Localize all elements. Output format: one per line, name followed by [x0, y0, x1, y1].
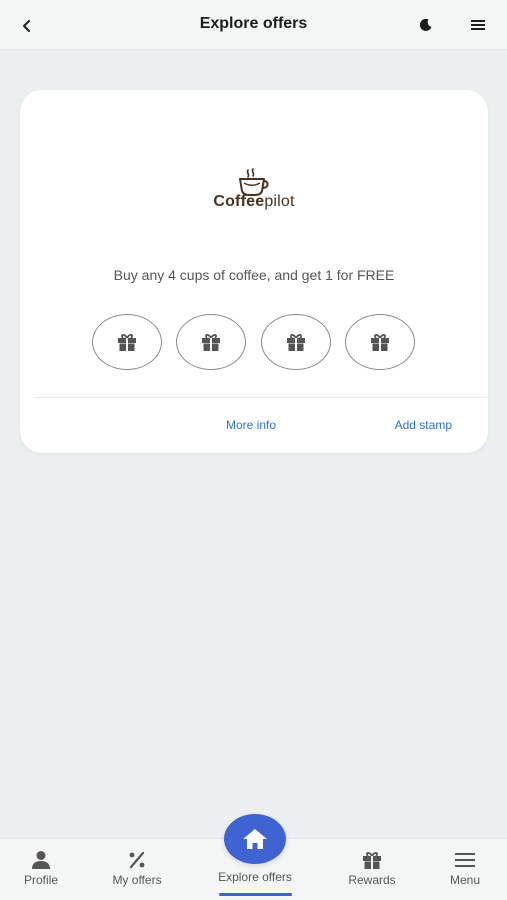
- stamp-slot: [261, 314, 331, 370]
- brand-name: Coffeepilot: [213, 193, 295, 210]
- active-tab-indicator: [219, 893, 292, 896]
- gift-icon: [202, 334, 220, 351]
- stamp-slot: [92, 314, 162, 370]
- gift-icon: [118, 334, 136, 351]
- hamburger-icon: [471, 20, 485, 30]
- top-bar: Explore offers: [0, 0, 507, 50]
- hamburger-icon: [455, 853, 475, 867]
- stamp-slot: [176, 314, 246, 370]
- tab-label: Menu: [449, 873, 481, 887]
- tab-menu[interactable]: Menu: [415, 839, 507, 900]
- tab-label: Rewards: [348, 873, 396, 887]
- menu-button[interactable]: [467, 14, 489, 36]
- person-icon: [32, 851, 50, 869]
- theme-toggle-button[interactable]: [415, 14, 437, 36]
- gift-icon: [363, 852, 381, 869]
- tab-profile[interactable]: Profile: [0, 839, 91, 900]
- tab-label-explore-offers: Explore offers: [218, 870, 292, 884]
- add-stamp-link[interactable]: Add stamp: [395, 418, 452, 432]
- offer-description: Buy any 4 cups of coffee, and get 1 for …: [113, 267, 395, 283]
- stamp-slot: [345, 314, 415, 370]
- tab-label: Profile: [23, 873, 58, 887]
- stamp-row: [92, 314, 416, 370]
- percent-icon: [129, 851, 145, 869]
- tab-label: My offers: [112, 873, 162, 887]
- card-divider: [34, 397, 488, 398]
- gift-icon: [287, 334, 305, 351]
- tab-my-offers[interactable]: My offers: [87, 839, 187, 900]
- home-icon: [243, 829, 267, 849]
- tab-explore-offers[interactable]: [224, 814, 286, 864]
- moon-icon: [419, 18, 432, 31]
- gift-icon: [371, 334, 389, 351]
- more-info-link[interactable]: More info: [226, 418, 276, 432]
- tab-rewards[interactable]: Rewards: [322, 839, 422, 900]
- offer-card: Coffeepilot Buy any 4 cups of coffee, an…: [20, 90, 488, 453]
